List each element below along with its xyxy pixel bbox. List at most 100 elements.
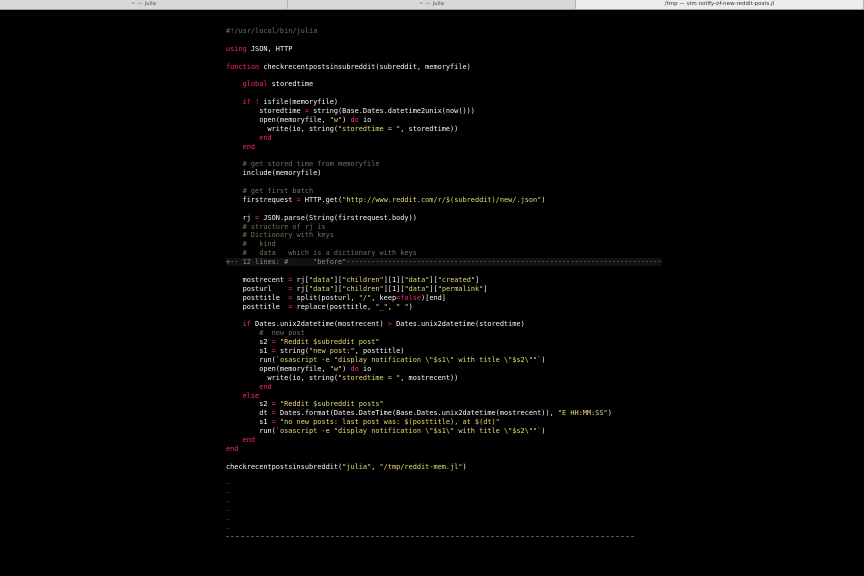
code-token: end bbox=[226, 142, 256, 151]
tab-label: ~ — julia bbox=[130, 1, 157, 7]
code-line: # get stored time from memoryfile bbox=[226, 160, 646, 169]
code-token: "new post:" bbox=[309, 347, 355, 356]
code-token: , posttitle) bbox=[354, 347, 405, 356]
code-token: run( bbox=[226, 427, 276, 436]
code-token: # get first batch bbox=[226, 187, 314, 196]
code-token: ) bbox=[541, 427, 546, 436]
code-line: s2 = "Reddit $subreddit post" bbox=[226, 338, 646, 347]
code-line: posturl = rj["data"]["children"][1]["dat… bbox=[226, 285, 646, 294]
code-token: "E HH:MM:SS" bbox=[557, 409, 608, 418]
code-token: open(memoryfile, bbox=[226, 115, 330, 124]
code-line: ~ bbox=[226, 525, 646, 534]
code-line: end bbox=[226, 445, 646, 454]
code-token: "data" bbox=[404, 284, 430, 293]
code-token: s2 bbox=[226, 338, 272, 347]
code-line: #!/usr/local/bin/julia bbox=[226, 27, 646, 36]
code-token: if bbox=[226, 98, 251, 107]
empty-line-tilde: ~ bbox=[226, 507, 231, 516]
code-token: Dates.unix2datetime(mostrecent) bbox=[250, 320, 388, 329]
code-token: split(posturl, bbox=[292, 293, 359, 302]
code-line: # structure of rj is bbox=[226, 223, 646, 232]
code-token: storedtime bbox=[267, 80, 314, 89]
code-line: write(io, string("storedtime = ", mostre… bbox=[226, 374, 646, 383]
code-line: ~ bbox=[226, 480, 646, 489]
code-token: ) bbox=[462, 462, 467, 471]
code-line: ~ bbox=[226, 498, 646, 507]
code-token: dt bbox=[226, 409, 272, 418]
code-token: end bbox=[226, 444, 239, 453]
code-line: end bbox=[226, 134, 646, 143]
code-token: rj bbox=[226, 213, 256, 222]
code-line: run(`osascript -e "display notification … bbox=[226, 356, 646, 365]
code-line: ~ bbox=[226, 489, 646, 498]
code-token: # new post bbox=[226, 329, 305, 338]
code-token: "/tmp/reddit-mem.jl" bbox=[379, 462, 463, 471]
code-token: "created" bbox=[437, 275, 476, 284]
code-token: end bbox=[226, 382, 272, 391]
code-token: "permalink" bbox=[437, 284, 484, 293]
tab-julia-2[interactable]: ~ — julia bbox=[288, 0, 576, 9]
code-token: ) bbox=[607, 409, 612, 418]
code-line: firstrequest = HTTP.get("http://www.redd… bbox=[226, 196, 646, 205]
empty-line-tilde: ~ bbox=[226, 524, 231, 533]
code-line: open(memoryfile, "w") do io bbox=[226, 116, 646, 125]
code-token: ][ bbox=[429, 275, 438, 284]
code-token: ] bbox=[475, 275, 480, 284]
vim-editor-buffer[interactable]: #!/usr/local/bin/julia using JSON, HTTP … bbox=[226, 27, 662, 534]
code-token: # data which is a dictionary with keys bbox=[226, 249, 417, 258]
code-token: io bbox=[358, 364, 372, 373]
code-line: end bbox=[226, 436, 646, 445]
code-token: `osascript -e "display notification \"$s… bbox=[275, 427, 542, 436]
code-token: s1 bbox=[226, 347, 272, 356]
code-token: ) bbox=[408, 302, 413, 311]
code-token: ) bbox=[541, 355, 546, 364]
empty-line-tilde: ~ bbox=[226, 480, 231, 489]
code-token: `osascript -e "display notification \"$s… bbox=[275, 355, 542, 364]
code-token: checkrecentpostsinsubreddit(subreddit, m… bbox=[259, 62, 471, 71]
code-token: "no new posts: last post was: $(posttitl… bbox=[279, 418, 500, 427]
tab-julia-1[interactable]: ~ — julia bbox=[0, 0, 288, 9]
code-token: replace(posttitle, bbox=[292, 302, 376, 311]
code-token: "data" bbox=[309, 275, 334, 284]
code-token: "w" bbox=[329, 364, 343, 373]
fold-marker: +-- 12 lines: # "before"----------------… bbox=[226, 258, 662, 267]
code-line: open(memoryfile, "w") do io bbox=[226, 365, 646, 374]
code-line: # new post bbox=[226, 329, 646, 338]
code-token: io bbox=[358, 115, 372, 124]
code-token: )[end] bbox=[421, 293, 446, 302]
code-token: Dates.format(Dates.DateTime(Base.Dates.u… bbox=[275, 409, 558, 418]
code-token: write(io, string( bbox=[226, 124, 339, 133]
code-token: # structure of rj is bbox=[226, 222, 326, 231]
code-token: "Reddit $subreddit post" bbox=[279, 338, 380, 347]
code-token: JSON, HTTP bbox=[246, 44, 293, 53]
code-token: firstrequest bbox=[226, 195, 297, 204]
code-line: storedtime = string(Base.Dates.datetime2… bbox=[226, 107, 646, 116]
code-line: if ! isfile(memoryfile) bbox=[226, 98, 646, 107]
code-token: , storedtime)) bbox=[400, 124, 459, 133]
code-token: # Dictionary with keys bbox=[226, 231, 334, 240]
tab-vim-editor[interactable]: /tmp — vim notify-of-new-reddit-posts.jl bbox=[576, 0, 864, 9]
code-token: "w" bbox=[329, 115, 343, 124]
code-token: include(memoryfile) bbox=[226, 169, 322, 178]
code-token: ) bbox=[541, 195, 546, 204]
code-token: JSON.parse(String(firstrequest.body)) bbox=[259, 213, 417, 222]
code-token: function bbox=[226, 62, 260, 71]
code-token: open(memoryfile, bbox=[226, 364, 330, 373]
code-line: include(memoryfile) bbox=[226, 169, 646, 178]
code-line: global storedtime bbox=[226, 80, 646, 89]
code-token: string( bbox=[275, 347, 309, 356]
code-token: "http://www.reddit.com/r/$(subreddit)/ne… bbox=[342, 195, 542, 204]
code-token: isfile(memoryfile) bbox=[259, 98, 339, 107]
code-token: #!/usr/local/bin/julia bbox=[226, 27, 318, 35]
code-token: , bbox=[387, 302, 397, 311]
code-token: "_" bbox=[375, 302, 388, 311]
code-token: "data" bbox=[404, 275, 430, 284]
code-line: # data which is a dictionary with keys bbox=[226, 249, 646, 258]
